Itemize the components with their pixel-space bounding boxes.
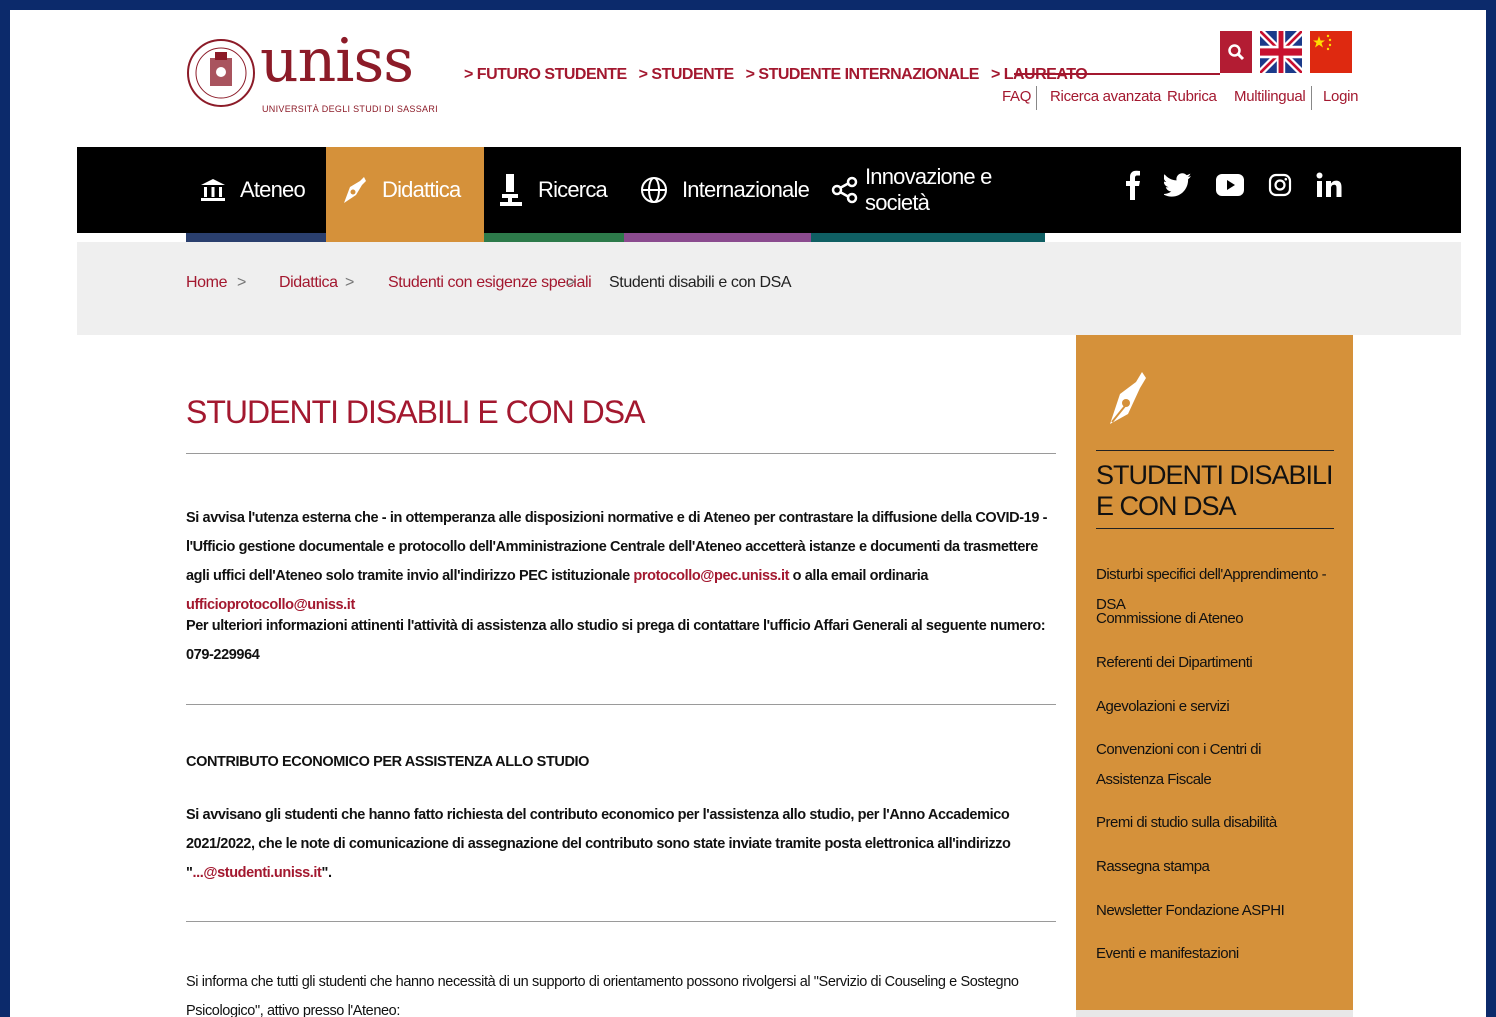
pec-email-link[interactable]: protocollo@pec.uniss.it xyxy=(633,568,789,584)
util-faq[interactable]: FAQ xyxy=(1002,88,1031,105)
facebook-icon[interactable] xyxy=(1126,170,1140,200)
breadcrumb-current: Studenti disabili e con DSA xyxy=(609,274,792,291)
sidebar-link-commissione[interactable]: Commissione di Ateneo xyxy=(1096,604,1336,634)
china-flag-icon[interactable] xyxy=(1310,31,1352,73)
link-studente-internazionale[interactable]: > STUDENTE INTERNAZIONALE xyxy=(746,66,980,84)
linkedin-icon[interactable] xyxy=(1316,172,1342,198)
youtube-icon[interactable] xyxy=(1216,174,1244,196)
sidebar-link-newsletter[interactable]: Newsletter Fondazione ASPHI xyxy=(1096,896,1336,926)
sidebar-link-referenti[interactable]: Referenti dei Dipartimenti xyxy=(1096,648,1336,678)
pen-nib-icon xyxy=(1110,372,1146,424)
institution-icon xyxy=(200,177,226,203)
share-nodes-icon xyxy=(831,176,859,204)
title-divider xyxy=(186,453,1056,454)
microscope-icon xyxy=(498,172,524,208)
nav-ateneo[interactable]: Ateneo xyxy=(186,147,326,233)
student-email-link[interactable]: ...@studenti.uniss.it xyxy=(192,865,321,881)
nav-label: Internazionale xyxy=(682,177,810,202)
util-login[interactable]: Login xyxy=(1323,88,1359,105)
util-separator xyxy=(1311,86,1312,110)
sidebar-footer xyxy=(1076,1010,1353,1017)
nav-label: Innovazione e società xyxy=(865,164,992,215)
breadcrumb-home[interactable]: Home xyxy=(186,274,227,292)
audience-links: > FUTURO STUDENTE > STUDENTE > STUDENTE … xyxy=(464,66,1088,84)
china-stars-icon xyxy=(1313,34,1332,51)
nav-label: Ricerca xyxy=(538,177,608,202)
protocol-email-link[interactable]: ufficioprotocollo@uniss.it xyxy=(186,597,355,613)
nav-stripe-ateneo xyxy=(186,233,326,242)
sidebar-title: STUDENTI DISABILI E CON DSA xyxy=(1096,460,1334,521)
nav-stripe-internazionale xyxy=(624,233,811,242)
link-futuro-studente[interactable]: > FUTURO STUDENTE xyxy=(464,66,627,84)
search-input[interactable] xyxy=(1014,30,1220,75)
sidebar-divider xyxy=(1096,450,1334,451)
globe-icon xyxy=(640,176,668,204)
nav-internazionale[interactable]: Internazionale xyxy=(624,147,811,233)
sidebar-link-eventi[interactable]: Eventi e manifestazioni xyxy=(1096,939,1336,969)
logo-subtitle: UNIVERSITÀ DEGLI STUDI DI SASSARI xyxy=(262,104,438,114)
nav-stripe-ricerca xyxy=(484,233,624,242)
uk-flag-icon[interactable] xyxy=(1260,31,1302,73)
nav-stripe-didattica xyxy=(326,233,484,242)
search-icon xyxy=(1228,44,1245,61)
page: uniss UNIVERSITÀ DEGLI STUDI DI SASSARI … xyxy=(10,10,1486,1017)
nav-innovazione[interactable]: Innovazione e società xyxy=(811,147,1045,233)
sidebar-link-premi[interactable]: Premi di studio sulla disabilità xyxy=(1096,808,1336,838)
util-separator xyxy=(1036,86,1037,110)
search-button[interactable] xyxy=(1220,31,1252,73)
section-divider xyxy=(186,921,1056,922)
section-title: CONTRIBUTO ECONOMICO PER ASSISTENZA ALLO… xyxy=(186,754,590,770)
sidebar-link-convenzioni[interactable]: Convenzioni con i Centri di Assistenza F… xyxy=(1096,735,1311,795)
counseling-notice: Si informa che tutti gli studenti che ha… xyxy=(186,974,1019,1017)
contributo-notice: Si avvisano gli studenti che hanno fatto… xyxy=(186,801,1058,888)
social-links xyxy=(1126,170,1342,200)
sidebar-link-rassegna[interactable]: Rassegna stampa xyxy=(1096,852,1336,882)
util-ricerca-avanzata[interactable]: Ricerca avanzata xyxy=(1050,88,1161,105)
logo-wordmark[interactable]: uniss xyxy=(260,26,414,96)
sidebar-divider xyxy=(1096,528,1334,529)
contributo-text: ". xyxy=(321,865,332,881)
section-divider xyxy=(186,704,1056,705)
contact-info: Per ulteriori informazioni attinenti l'a… xyxy=(186,618,1046,663)
breadcrumb-separator: > xyxy=(345,274,354,291)
nav-stripe-innovazione xyxy=(811,233,1045,242)
breadcrumb-esigenze-speciali[interactable]: Studenti con esigenze speciali xyxy=(388,274,592,292)
nav-didattica[interactable]: Didattica xyxy=(326,147,484,233)
breadcrumb-didattica[interactable]: Didattica xyxy=(279,274,338,292)
nav-label: Didattica xyxy=(382,177,461,202)
sidebar-link-agevolazioni[interactable]: Agevolazioni e servizi xyxy=(1096,692,1336,722)
pen-nib-icon xyxy=(340,175,368,205)
university-seal-icon[interactable] xyxy=(186,38,256,108)
twitter-icon[interactable] xyxy=(1164,173,1192,197)
page-title: STUDENTI DISABILI E CON DSA xyxy=(186,394,645,430)
util-multilingual[interactable]: Multilingual xyxy=(1234,88,1306,105)
covid-notice: Si avvisa l'utenza esterna che - in otte… xyxy=(186,504,1058,620)
breadcrumb-separator: > xyxy=(237,274,246,291)
breadcrumb-separator: > xyxy=(566,274,575,291)
util-rubrica[interactable]: Rubrica xyxy=(1167,88,1217,105)
covid-notice-text: o alla email ordinaria xyxy=(789,568,929,584)
instagram-icon[interactable] xyxy=(1268,173,1292,197)
nav-label: Ateneo xyxy=(240,177,306,202)
link-studente[interactable]: > STUDENTE xyxy=(639,66,735,84)
nav-ricerca[interactable]: Ricerca xyxy=(484,147,624,233)
